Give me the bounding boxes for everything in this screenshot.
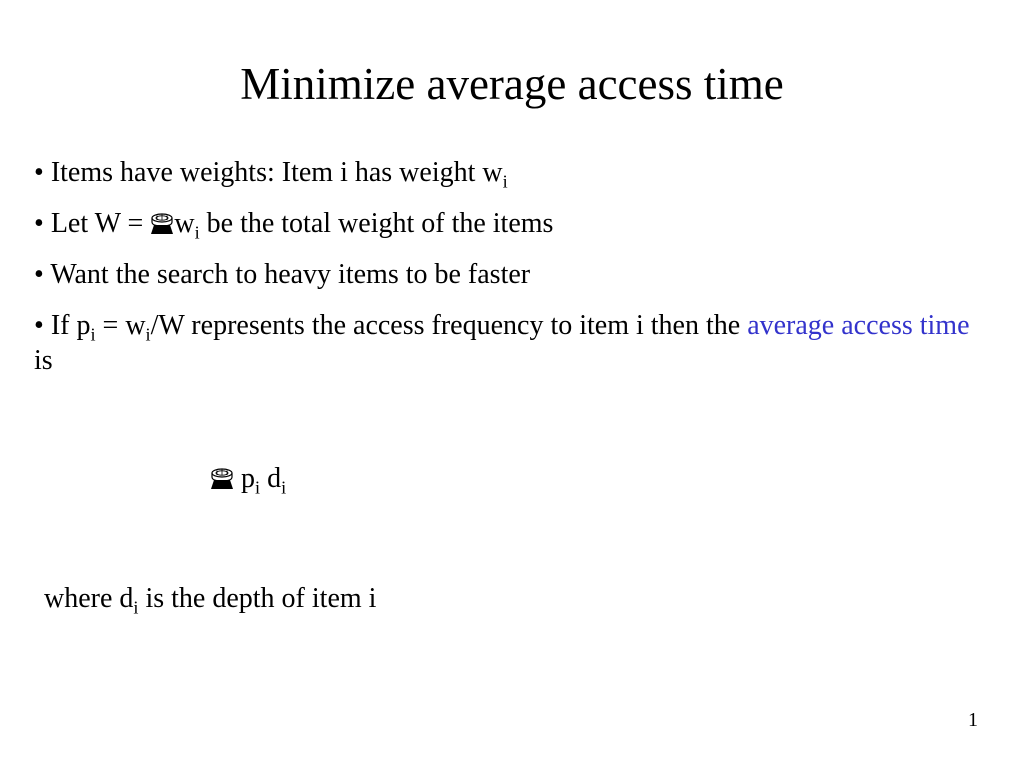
bullet-item-2: Let W = wi be the total weight of the it… — [34, 206, 990, 241]
bullet-item-1: Items have weights: Item i has weight wi — [34, 155, 990, 190]
bullet-item-4: If pi = wi/W represents the access frequ… — [34, 308, 990, 378]
text: p — [234, 463, 255, 494]
subscript: i — [503, 172, 508, 192]
sum-icon — [150, 212, 174, 236]
text: where d — [44, 583, 133, 614]
page-number: 1 — [968, 709, 978, 732]
text: /W represents the access frequency to it… — [151, 310, 748, 341]
bullet-item-3: Want the search to heavy items to be fas… — [34, 257, 990, 292]
slide-body: Items have weights: Item i has weight wi… — [34, 155, 990, 394]
highlight-text: average access time — [747, 310, 969, 341]
text: = w — [96, 310, 146, 341]
slide-title: Minimize average access time — [0, 58, 1024, 110]
text: be the total weight of the items — [200, 208, 554, 239]
text: Items have weights: Item i has weight w — [51, 157, 503, 188]
text: d — [260, 463, 281, 494]
text: Want the search to heavy items to be fas… — [50, 259, 530, 290]
text: Let W = — [51, 208, 151, 239]
subscript: i — [281, 478, 286, 498]
where-clause: where di is the depth of item i — [44, 583, 376, 615]
text: is — [34, 345, 53, 376]
slide: Minimize average access time Items have … — [0, 0, 1024, 768]
text: is the depth of item i — [138, 583, 376, 614]
sum-icon — [210, 467, 234, 491]
formula: pi di — [210, 463, 286, 495]
text: If p — [51, 310, 91, 341]
text: w — [174, 208, 194, 239]
